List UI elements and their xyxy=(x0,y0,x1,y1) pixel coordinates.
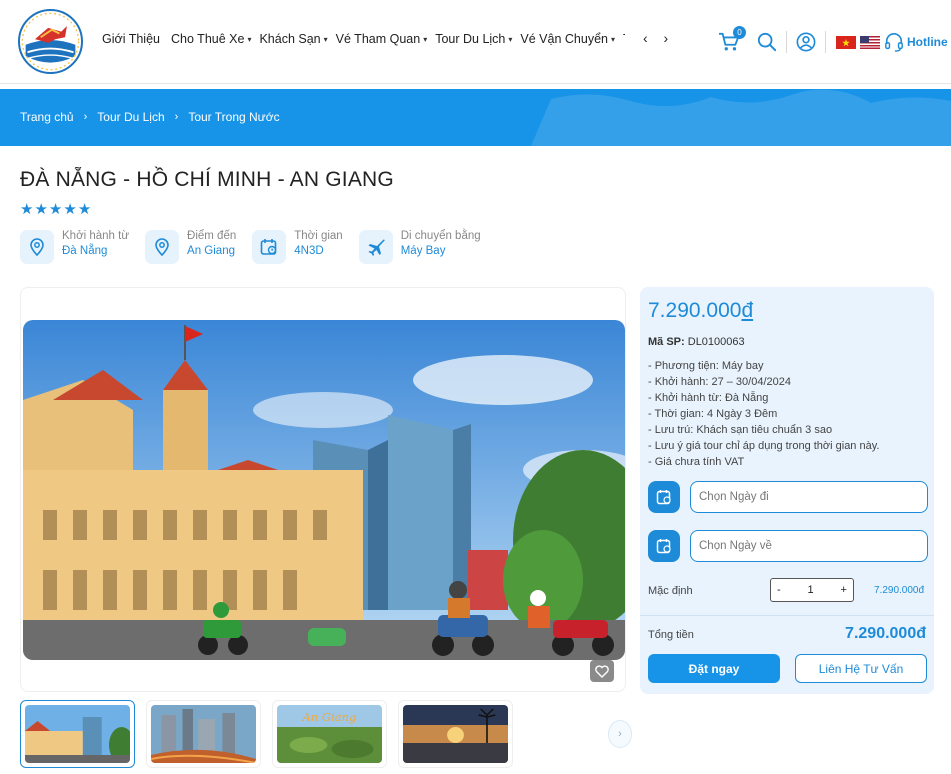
calendar-icon xyxy=(656,490,671,505)
world-map-decoration xyxy=(531,89,951,146)
thumbnail-strip: An Giang xyxy=(20,700,513,768)
image-gallery xyxy=(20,287,626,692)
breadcrumb-tour[interactable]: Tour Du Lịch xyxy=(97,110,164,124)
nav-item[interactable]: Cho Thuê Xe ▾ xyxy=(169,32,257,46)
nav-item[interactable]: Giới Thiệu xyxy=(100,32,169,46)
quantity-decrease-button[interactable]: - xyxy=(777,584,781,596)
star-icon: ★ xyxy=(63,201,78,218)
page-title: ĐÀ NẴNG - HỒ CHÍ MINH - AN GIANG xyxy=(20,168,394,191)
star-icon: ★ xyxy=(34,201,49,218)
info-departure: Khởi hành từ Đà Nẵng xyxy=(20,230,129,264)
main-nav: Giới Thiệu Cho Thuê Xe ▾ Khách Sạn ▾ Vé Th… xyxy=(100,32,625,46)
tour-details-list: - Phương tiện: Máy bay - Khởi hành: 27 –… xyxy=(648,360,880,468)
user-icon xyxy=(796,32,816,52)
return-date-row: Chọn Ngày về xyxy=(648,530,928,562)
thumbnail-next-button[interactable]: › xyxy=(608,720,632,748)
divider xyxy=(640,615,934,616)
chevron-down-icon: ▾ xyxy=(423,34,428,44)
quantity-increase-button[interactable]: + xyxy=(841,584,847,596)
info-destination: Điểm đến An Giang xyxy=(145,230,236,264)
chevron-right-icon: › xyxy=(174,111,179,123)
location-pin-icon xyxy=(145,230,180,264)
thumbnail-1[interactable] xyxy=(20,700,135,768)
chevron-down-icon: ▾ xyxy=(247,34,252,44)
line-price: 7.290.000đ xyxy=(874,585,925,596)
thumbnail-2[interactable] xyxy=(146,700,261,768)
star-icon: ★ xyxy=(77,201,93,218)
breadcrumb-domestic[interactable]: Tour Trong Nước xyxy=(188,110,279,124)
main-tour-photo[interactable] xyxy=(23,320,625,660)
cart-button[interactable]: 0 xyxy=(716,26,746,55)
depart-date-row: Chọn Ngày đi xyxy=(648,481,928,513)
total-value: 7.290.000đ xyxy=(845,625,926,642)
svg-text:An Giang: An Giang xyxy=(301,711,356,724)
thumbnail-4[interactable] xyxy=(398,700,513,768)
info-duration: Thời gian 4N3D xyxy=(252,230,343,264)
header-actions: 0 Hotline xyxy=(716,26,948,56)
booking-panel: 7.290.000đ Mã SP: DL0100063 - Phương tiệ… xyxy=(640,287,934,694)
account-button[interactable] xyxy=(793,29,819,55)
nav-item[interactable]: T xyxy=(621,32,625,46)
book-now-button[interactable]: Đặt ngay xyxy=(648,654,780,683)
chevron-down-icon: ▾ xyxy=(508,34,513,44)
star-icon: ★ xyxy=(20,201,35,218)
nav-item[interactable]: Vé Tham Quan ▾ xyxy=(334,32,434,46)
return-date-input[interactable]: Chọn Ngày về xyxy=(690,530,928,562)
quantity-label: Mặc định xyxy=(648,585,693,597)
thumbnail-3[interactable]: An Giang xyxy=(272,700,387,768)
search-button[interactable] xyxy=(754,29,780,55)
return-calendar-button[interactable] xyxy=(648,530,680,562)
contact-consult-button[interactable]: Liên Hệ Tư Vấn xyxy=(795,654,927,683)
nav-scroll-arrows[interactable]: ‹ › xyxy=(643,30,674,46)
divider xyxy=(825,31,826,53)
star-rating: ★★★★★ xyxy=(20,200,92,218)
quantity-stepper: - 1 + xyxy=(770,578,854,602)
tour-price: 7.290.000đ xyxy=(648,299,754,322)
us-flag-icon[interactable] xyxy=(860,35,880,49)
star-icon: ★ xyxy=(48,201,64,218)
calendar-icon xyxy=(656,539,671,554)
breadcrumb-home[interactable]: Trang chủ xyxy=(20,110,74,124)
depart-date-input[interactable]: Chọn Ngày đi xyxy=(690,481,928,513)
breadcrumb: Trang chủ › Tour Du Lịch › Tour Trong Nư… xyxy=(20,110,280,124)
favorite-button[interactable] xyxy=(590,660,614,682)
quantity-value[interactable]: 1 xyxy=(808,584,814,596)
airplane-icon xyxy=(358,230,393,264)
nav-item[interactable]: Khách Sạn ▾ xyxy=(257,32,333,46)
total-label: Tổng tiền xyxy=(648,629,694,641)
chevron-right-icon: › xyxy=(83,111,88,123)
site-header: Giới Thiệu Cho Thuê Xe ▾ Khách Sạn ▾ Vé Th… xyxy=(0,0,951,84)
search-icon xyxy=(757,32,777,52)
calendar-clock-icon xyxy=(252,230,287,264)
breadcrumb-banner: Trang chủ › Tour Du Lịch › Tour Trong Nư… xyxy=(0,89,951,146)
company-logo[interactable] xyxy=(18,9,83,74)
chevron-down-icon: ▾ xyxy=(610,34,615,44)
chevron-right-icon: › xyxy=(618,728,622,740)
chevron-down-icon: ▾ xyxy=(323,34,328,44)
vietnam-flag-icon[interactable] xyxy=(836,35,856,49)
tour-info-row: Khởi hành từ Đà Nẵng Điểm đến An Giang Thờ… xyxy=(20,230,497,264)
nav-item[interactable]: Vé Vận Chuyển ▾ xyxy=(518,32,621,46)
product-code: Mã SP: DL0100063 xyxy=(648,336,745,348)
heart-icon xyxy=(595,664,609,678)
hotline-link[interactable]: Hotline xyxy=(884,32,948,52)
location-pin-icon xyxy=(20,230,54,264)
nav-item[interactable]: Tour Du Lịch ▾ xyxy=(433,32,518,46)
cart-count-badge: 0 xyxy=(733,26,746,39)
divider xyxy=(786,31,787,53)
info-transport: Di chuyển bằng Máy Bay xyxy=(358,230,481,264)
headset-icon xyxy=(885,33,903,52)
depart-calendar-button[interactable] xyxy=(648,481,680,513)
